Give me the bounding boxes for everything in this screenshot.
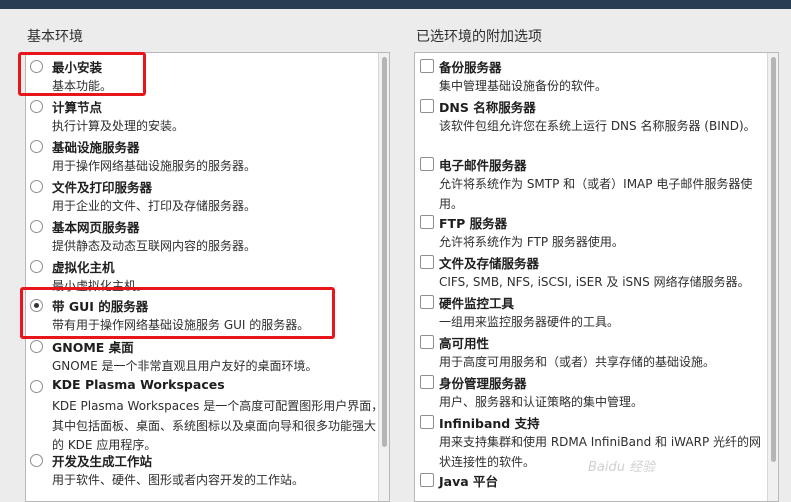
highlight-box-minimal [18, 52, 146, 96]
scrollbar-thumb[interactable] [382, 57, 387, 447]
addons-list[interactable]: 备份服务器 集中管理基础设施备份的软件。 DNS 名称服务器 该软件包组允许您在… [414, 52, 779, 502]
checkbox[interactable] [420, 473, 434, 487]
radio-button[interactable] [30, 380, 43, 393]
radio-button[interactable] [30, 220, 43, 233]
checkbox[interactable] [420, 295, 434, 309]
radio-button[interactable] [30, 180, 43, 193]
checkbox[interactable] [420, 255, 434, 269]
top-bar [0, 0, 791, 9]
checkbox[interactable] [420, 335, 434, 349]
radio-button[interactable] [30, 140, 43, 153]
checkbox[interactable] [420, 99, 434, 113]
checkbox[interactable] [420, 157, 434, 171]
radio-button[interactable] [30, 454, 43, 467]
radio-button[interactable] [30, 260, 43, 273]
scrollbar-thumb[interactable] [771, 57, 776, 462]
checkbox[interactable] [420, 375, 434, 389]
checkbox[interactable] [420, 415, 434, 429]
radio-button[interactable] [30, 100, 43, 113]
highlight-box-server-gui [20, 287, 335, 339]
scrollbar[interactable] [767, 53, 778, 501]
checkbox[interactable] [420, 215, 434, 229]
base-environment-list[interactable]: 最小安装 基本功能。 计算节点 执行计算及处理的安装。 基础设施服务器 用于操作… [25, 52, 390, 502]
addons-heading: 已选环境的附加选项 [416, 29, 542, 45]
watermark: Baidu 经验 [588, 460, 656, 475]
scrollbar[interactable] [378, 53, 389, 501]
base-environment-heading: 基本环境 [27, 29, 83, 45]
checkbox[interactable] [420, 59, 434, 73]
radio-button[interactable] [30, 340, 43, 353]
